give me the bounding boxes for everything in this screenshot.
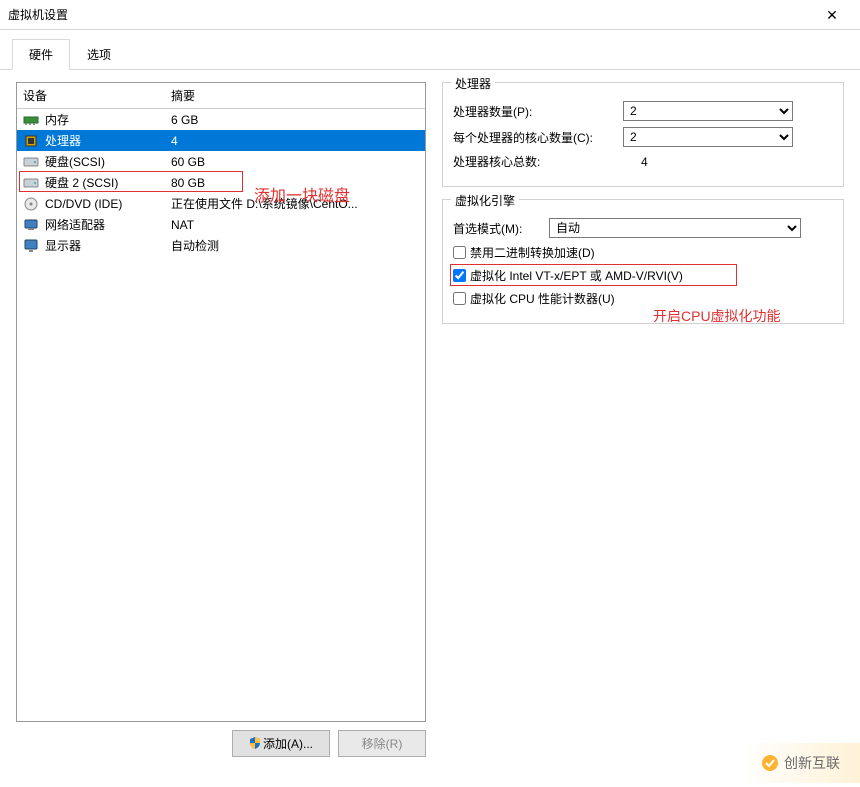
device-summary-label: 80 GB: [171, 176, 419, 190]
value-proc-total: 4: [623, 155, 833, 169]
device-row-disk2[interactable]: 硬盘 2 (SCSI) 80 GB: [17, 172, 425, 193]
device-row-processor[interactable]: 处理器 4: [17, 130, 425, 151]
group-title: 虚拟化引擎: [451, 192, 519, 209]
add-button-label: 添加(A)...: [263, 737, 313, 751]
add-button[interactable]: 添加(A)...: [232, 730, 330, 757]
label-proc-cores: 每个处理器的核心数量(C):: [453, 129, 623, 146]
device-summary-label: 4: [171, 134, 419, 148]
column-header-summary[interactable]: 摘要: [171, 87, 419, 104]
device-name-label: 硬盘 2 (SCSI): [45, 174, 171, 191]
processor-icon: [23, 133, 39, 149]
select-proc-cores[interactable]: 2: [623, 127, 793, 147]
checkbox-label: 虚拟化 CPU 性能计数器(U): [470, 290, 615, 307]
checkbox-disable-accel[interactable]: [453, 246, 466, 259]
label-proc-total: 处理器核心总数:: [453, 153, 623, 170]
close-icon[interactable]: ✕: [812, 0, 852, 30]
disk-icon: [23, 154, 39, 170]
device-row-cddvd[interactable]: CD/DVD (IDE) 正在使用文件 D:\系统镜像\CentO...: [17, 193, 425, 214]
checkbox-label: 禁用二进制转换加速(D): [470, 244, 595, 261]
device-summary-label: 正在使用文件 D:\系统镜像\CentO...: [171, 195, 419, 212]
device-row-display[interactable]: 显示器 自动检测: [17, 235, 425, 256]
select-virt-mode[interactable]: 自动: [549, 218, 801, 238]
group-title: 处理器: [451, 75, 495, 92]
checkbox-intel-amd[interactable]: [453, 269, 466, 282]
annotation-text-virt: 开启CPU虚拟化功能: [653, 306, 781, 326]
network-icon: [23, 217, 39, 233]
device-row-disk1[interactable]: 硬盘(SCSI) 60 GB: [17, 151, 425, 172]
device-list: 设备 摘要 内存 6 GB 处理器 4 硬盘(: [16, 82, 426, 722]
device-row-memory[interactable]: 内存 6 GB: [17, 109, 425, 130]
checkbox-cpu-counters[interactable]: [453, 292, 466, 305]
device-name-label: 硬盘(SCSI): [45, 153, 171, 170]
device-name-label: 网络适配器: [45, 216, 171, 233]
remove-button: 移除(R): [338, 730, 426, 757]
processor-group: 处理器 处理器数量(P): 2 每个处理器的核心数量(C): 2 处理器核: [442, 82, 844, 187]
memory-icon: [23, 112, 39, 128]
tab-options[interactable]: 选项: [70, 39, 128, 70]
cd-icon: [23, 196, 39, 212]
device-name-label: CD/DVD (IDE): [45, 197, 171, 211]
device-summary-label: 60 GB: [171, 155, 419, 169]
label-proc-count: 处理器数量(P):: [453, 103, 623, 120]
checkbox-label: 虚拟化 Intel VT-x/EPT 或 AMD-V/RVI(V): [470, 267, 683, 284]
virtualization-group: 虚拟化引擎 首选模式(M): 自动 禁用二进制转换加速(D) 虚拟化 Intel…: [442, 199, 844, 324]
column-header-device[interactable]: 设备: [23, 87, 171, 104]
label-virt-mode: 首选模式(M):: [453, 220, 549, 237]
device-name-label: 显示器: [45, 237, 171, 254]
device-summary-label: 6 GB: [171, 113, 419, 127]
shield-icon: [249, 737, 261, 749]
tab-hardware[interactable]: 硬件: [12, 39, 70, 70]
device-row-network[interactable]: 网络适配器 NAT: [17, 214, 425, 235]
tabs: 硬件 选项: [0, 30, 860, 70]
device-summary-label: NAT: [171, 218, 419, 232]
display-icon: [23, 238, 39, 254]
device-name-label: 内存: [45, 111, 171, 128]
window-title: 虚拟机设置: [8, 6, 812, 23]
device-summary-label: 自动检测: [171, 237, 419, 254]
device-name-label: 处理器: [45, 132, 171, 149]
select-proc-count[interactable]: 2: [623, 101, 793, 121]
disk-icon: [23, 175, 39, 191]
